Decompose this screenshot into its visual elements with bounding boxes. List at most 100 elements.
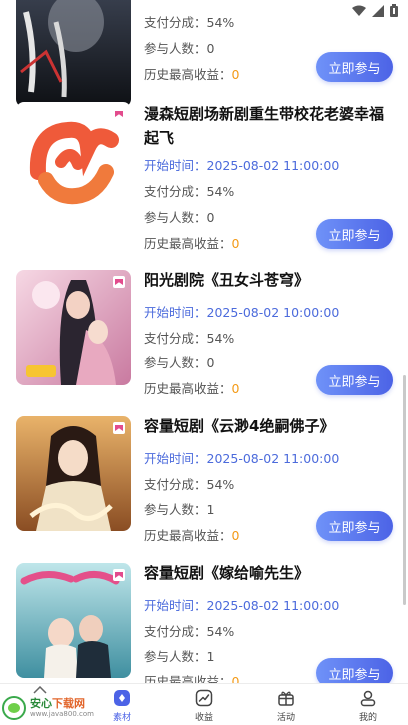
cover-image[interactable]: [16, 0, 131, 107]
pay-share-label: 支付分成：: [144, 184, 207, 199]
join-button[interactable]: 立即参与: [316, 511, 393, 541]
pay-share-row: 支付分成：54%: [144, 181, 234, 200]
income-chart-icon: [195, 689, 213, 707]
start-time-label: 开始时间：: [144, 598, 207, 613]
tab-label: 我的: [358, 713, 377, 723]
join-button[interactable]: 立即参与: [316, 52, 393, 82]
cover-image[interactable]: [16, 416, 131, 531]
profile-icon: [360, 690, 376, 707]
participants-row: 参与人数：1: [144, 499, 214, 518]
activity-card[interactable]: 容量短剧《嫁给喻先生》 开始时间：2025-08-02 11:00:00 支付分…: [0, 553, 408, 683]
activity-card[interactable]: 漫森短剧场新剧重生带校花老婆幸福起飞 开始时间：2025-08-02 11:00…: [0, 92, 408, 251]
tab-label: 活动: [276, 713, 295, 723]
start-time-row: 开始时间：2025-08-02 11:00:00: [144, 595, 339, 614]
max-income-value: 0: [231, 236, 240, 251]
max-income-row: 历史最高收益：0: [144, 525, 239, 544]
tab-label: 收益: [194, 713, 213, 723]
start-time-value: 2025-08-02 11:00:00: [206, 598, 340, 613]
card-title: 漫森短剧场新剧重生带校花老婆幸福起飞: [144, 105, 385, 147]
pay-share-label: 支付分成：: [144, 477, 207, 492]
pay-share-value: 54%: [206, 477, 235, 492]
cover-image[interactable]: [16, 563, 131, 678]
start-time-row: 开始时间：2025-08-02 10:00:00: [144, 302, 339, 321]
start-time-label: 开始时间：: [144, 158, 207, 173]
participants-value: 1: [206, 649, 215, 664]
join-button[interactable]: 立即参与: [316, 219, 393, 249]
gift-icon: [278, 691, 294, 706]
platform-badge-icon: [113, 108, 125, 120]
pay-share-row: 支付分成：54%: [144, 328, 234, 347]
max-income-label: 历史最高收益：: [144, 674, 232, 683]
pay-share-label: 支付分成：: [144, 331, 207, 346]
max-income-value: 0: [231, 67, 240, 82]
pay-share-label: 支付分成：: [144, 624, 207, 639]
participants-row: 参与人数：1: [144, 646, 214, 665]
participants-value: 0: [206, 355, 215, 370]
watermark-text: 安心下载网 www.java800.com: [30, 698, 94, 718]
card-title: 容量短剧《嫁给喻先生》: [144, 564, 310, 582]
max-income-row: 历史最高收益：0: [144, 671, 239, 683]
watermark-title: 安心下载网: [30, 698, 94, 709]
pay-share-value: 54%: [206, 331, 235, 346]
max-income-value: 0: [231, 674, 240, 683]
scrollbar[interactable]: [403, 375, 406, 605]
start-time-value: 2025-08-02 11:00:00: [206, 451, 340, 466]
participants-label: 参与人数：: [144, 355, 207, 370]
cover-image[interactable]: [16, 270, 131, 385]
watermark-logo-icon: [2, 696, 26, 720]
max-income-label: 历史最高收益：: [144, 381, 232, 396]
platform-badge-icon: [113, 569, 125, 581]
platform-badge-icon: [113, 422, 125, 434]
participants-row: 参与人数：0: [144, 38, 214, 57]
max-income-row: 历史最高收益：0: [144, 378, 239, 397]
watermark-url: www.java800.com: [30, 710, 94, 718]
pay-share-value: 54%: [206, 15, 235, 30]
tab-income[interactable]: 收益: [164, 684, 244, 725]
wifi-icon: [352, 5, 366, 16]
pay-share-value: 54%: [206, 184, 235, 199]
max-income-label: 历史最高收益：: [144, 236, 232, 251]
start-time-label: 开始时间：: [144, 451, 207, 466]
join-button[interactable]: 立即参与: [316, 658, 393, 683]
participants-value: 0: [206, 210, 215, 225]
cover-image[interactable]: [16, 102, 131, 217]
activity-card[interactable]: 容量短剧《云渺4绝嗣佛子》 开始时间：2025-08-02 11:00:00 支…: [0, 406, 408, 552]
max-income-value: 0: [231, 528, 240, 543]
activity-card[interactable]: 阳光剧院《丑女斗苍穹》 开始时间：2025-08-02 10:00:00 支付分…: [0, 260, 408, 406]
material-icon: [114, 690, 130, 706]
participants-label: 参与人数：: [144, 649, 207, 664]
tab-label: 素材: [112, 713, 131, 723]
pay-share-row: 支付分成：54%: [144, 12, 234, 31]
pay-share-value: 54%: [206, 624, 235, 639]
start-time-value: 2025-08-02 10:00:00: [206, 305, 340, 320]
max-income-label: 历史最高收益：: [144, 67, 232, 82]
activity-card[interactable]: 支付分成：54% 参与人数：0 历史最高收益：0 立即参与: [0, 0, 408, 107]
participants-row: 参与人数：0: [144, 352, 214, 371]
participants-value: 1: [206, 502, 215, 517]
max-income-row: 历史最高收益：0: [144, 233, 239, 252]
max-income-value: 0: [231, 381, 240, 396]
pay-share-row: 支付分成：54%: [144, 474, 234, 493]
participants-row: 参与人数：0: [144, 207, 214, 226]
watermark-title-part1: 安心: [30, 697, 52, 710]
max-income-label: 历史最高收益：: [144, 528, 232, 543]
tab-mine[interactable]: 我的: [328, 684, 408, 725]
participants-value: 0: [206, 41, 215, 56]
battery-icon: [390, 4, 398, 17]
start-time-row: 开始时间：2025-08-02 11:00:00: [144, 155, 339, 174]
start-time-label: 开始时间：: [144, 305, 207, 320]
pay-share-row: 支付分成：54%: [144, 621, 234, 640]
card-title: 阳光剧院《丑女斗苍穹》: [144, 271, 310, 289]
participants-label: 参与人数：: [144, 41, 207, 56]
tab-activity[interactable]: 活动: [246, 684, 326, 725]
platform-badge-icon: [113, 276, 125, 288]
watermark-title-part2: 下载网: [52, 697, 85, 710]
max-income-row: 历史最高收益：0: [144, 64, 239, 83]
activity-feed[interactable]: 支付分成：54% 参与人数：0 历史最高收益：0 立即参与 漫森短剧场新剧重生带…: [0, 0, 408, 683]
signal-icon: [372, 4, 384, 17]
participants-label: 参与人数：: [144, 210, 207, 225]
join-button[interactable]: 立即参与: [316, 365, 393, 395]
drama-poster-dark: [16, 0, 131, 107]
participants-label: 参与人数：: [144, 502, 207, 517]
watermark: 安心下载网 www.java800.com: [2, 692, 112, 724]
